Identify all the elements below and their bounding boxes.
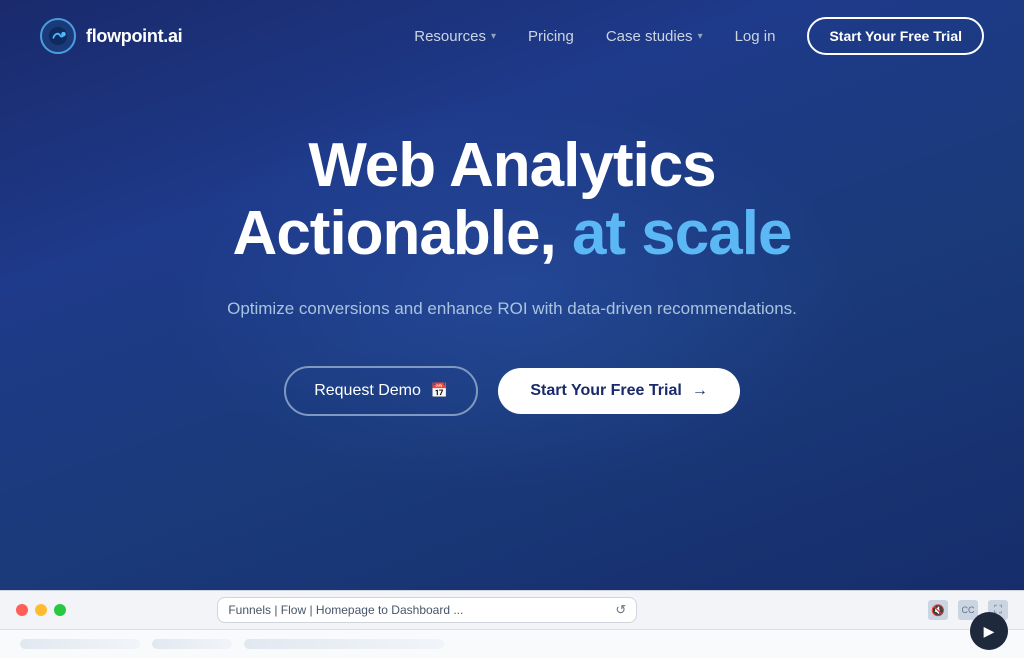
calendar-icon: 📅 xyxy=(431,382,448,399)
nav-case-studies[interactable]: Case studies ▾ xyxy=(606,28,703,45)
play-button-area: ▶ xyxy=(970,612,1008,650)
play-button[interactable]: ▶ xyxy=(970,612,1008,650)
speaker-icon[interactable]: 🔇 xyxy=(928,600,948,620)
request-demo-button[interactable]: Request Demo 📅 xyxy=(284,366,478,416)
nav-cta-button[interactable]: Start Your Free Trial xyxy=(807,17,984,55)
address-bar-text: Funnels | Flow | Homepage to Dashboard .… xyxy=(228,603,463,617)
browser-top-bar: Funnels | Flow | Homepage to Dashboard .… xyxy=(0,591,1024,630)
strip-bar-2 xyxy=(152,639,232,649)
hero-section: Web Analytics Actionable, at scale Optim… xyxy=(0,72,1024,456)
browser-mockup: Funnels | Flow | Homepage to Dashboard .… xyxy=(0,590,1024,658)
arrow-icon: → xyxy=(692,382,708,400)
strip-bar-3 xyxy=(244,639,444,649)
traffic-light-red[interactable] xyxy=(16,604,28,616)
chevron-down-icon: ▾ xyxy=(491,31,496,42)
chevron-down-icon-2: ▾ xyxy=(698,31,703,42)
nav-links: Resources ▾ Pricing Case studies ▾ Log i… xyxy=(414,17,984,55)
traffic-light-yellow[interactable] xyxy=(35,604,47,616)
start-trial-button[interactable]: Start Your Free Trial → xyxy=(498,368,739,414)
hero-title-line1: Web Analytics xyxy=(308,132,715,200)
address-bar[interactable]: Funnels | Flow | Homepage to Dashboard .… xyxy=(217,597,637,623)
logo-area[interactable]: flowpoint.ai xyxy=(40,18,182,54)
main-page: flowpoint.ai Resources ▾ Pricing Case st… xyxy=(0,0,1024,590)
nav-pricing[interactable]: Pricing xyxy=(528,28,574,45)
hero-title-line2: Actionable, at scale xyxy=(233,200,792,268)
traffic-light-green[interactable] xyxy=(54,604,66,616)
nav-login[interactable]: Log in xyxy=(735,28,776,45)
navbar: flowpoint.ai Resources ▾ Pricing Case st… xyxy=(0,0,1024,72)
reload-icon[interactable]: ↺ xyxy=(615,602,626,618)
brand-name: flowpoint.ai xyxy=(86,26,182,47)
traffic-lights xyxy=(16,604,66,616)
hero-buttons: Request Demo 📅 Start Your Free Trial → xyxy=(284,366,740,416)
nav-resources[interactable]: Resources ▾ xyxy=(414,28,496,45)
logo-icon xyxy=(40,18,76,54)
browser-content-strip xyxy=(0,630,1024,658)
strip-bar-1 xyxy=(20,639,140,649)
hero-accent: at scale xyxy=(572,199,792,268)
hero-subtitle: Optimize conversions and enhance ROI wit… xyxy=(227,296,797,322)
